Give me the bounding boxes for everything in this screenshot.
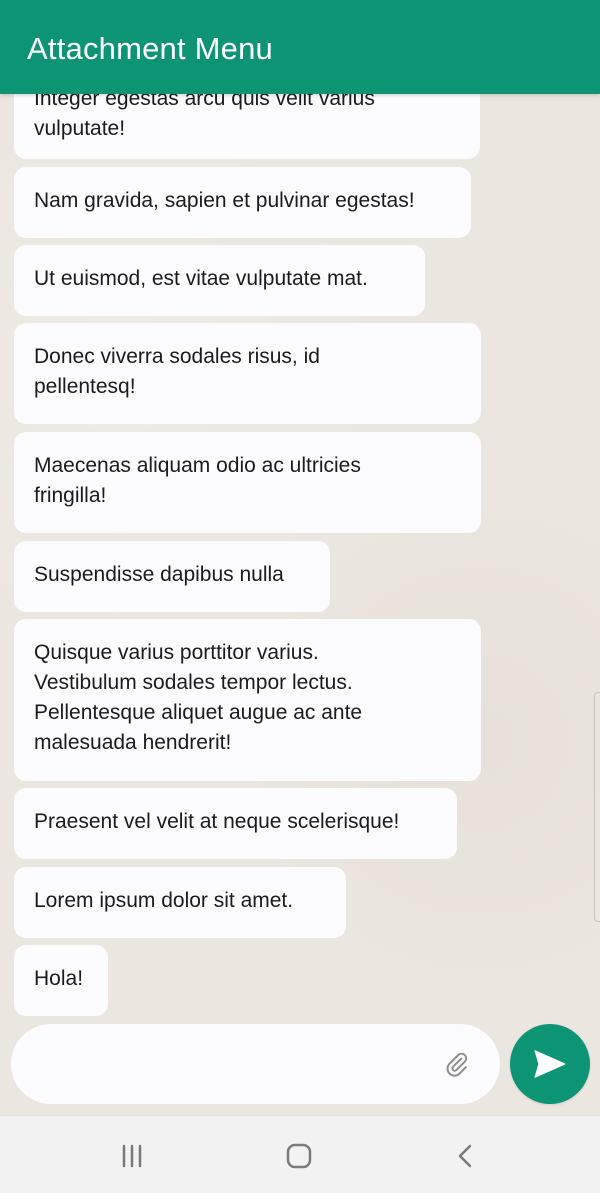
home-button[interactable] <box>281 1138 317 1174</box>
app-bar: Attachment Menu <box>0 0 600 94</box>
message-bubble: Maecenas aliquam odio ac ultricies fring… <box>14 432 481 533</box>
send-button[interactable] <box>510 1024 590 1104</box>
send-icon <box>534 1050 566 1078</box>
page-title: Attachment Menu <box>27 31 273 66</box>
scrollbar[interactable] <box>594 692 600 922</box>
message-bubble: Donec viverra sodales risus, id pellente… <box>14 323 481 424</box>
chat-area[interactable]: Integer egestas arcu quis velit varius v… <box>0 94 600 1020</box>
back-button[interactable] <box>448 1138 484 1174</box>
message-bubble: Lorem ipsum dolor sit amet. <box>14 867 346 938</box>
recent-apps-icon <box>122 1144 142 1168</box>
system-navigation-bar <box>0 1115 600 1193</box>
home-icon <box>286 1143 312 1169</box>
message-bubble: Nam gravida, sapien et pulvinar egestas! <box>14 167 471 238</box>
message-bubble: Ut euismod, est vitae vulputate mat. <box>14 245 425 316</box>
message-composer <box>11 1024 500 1104</box>
message-bubble: Quisque varius porttitor varius. Vestibu… <box>14 619 481 781</box>
message-bubble: Praesent vel velit at neque scelerisque! <box>14 788 457 859</box>
paperclip-icon <box>446 1052 468 1077</box>
message-bubble: Hola! <box>14 945 108 1016</box>
recent-apps-button[interactable] <box>114 1138 150 1174</box>
message-input[interactable] <box>37 1044 436 1086</box>
message-bubble: Integer egestas arcu quis velit varius v… <box>14 94 480 159</box>
message-bubble: Suspendisse dapibus nulla <box>14 541 330 612</box>
attach-button[interactable] <box>439 1048 473 1082</box>
back-icon <box>458 1144 472 1168</box>
